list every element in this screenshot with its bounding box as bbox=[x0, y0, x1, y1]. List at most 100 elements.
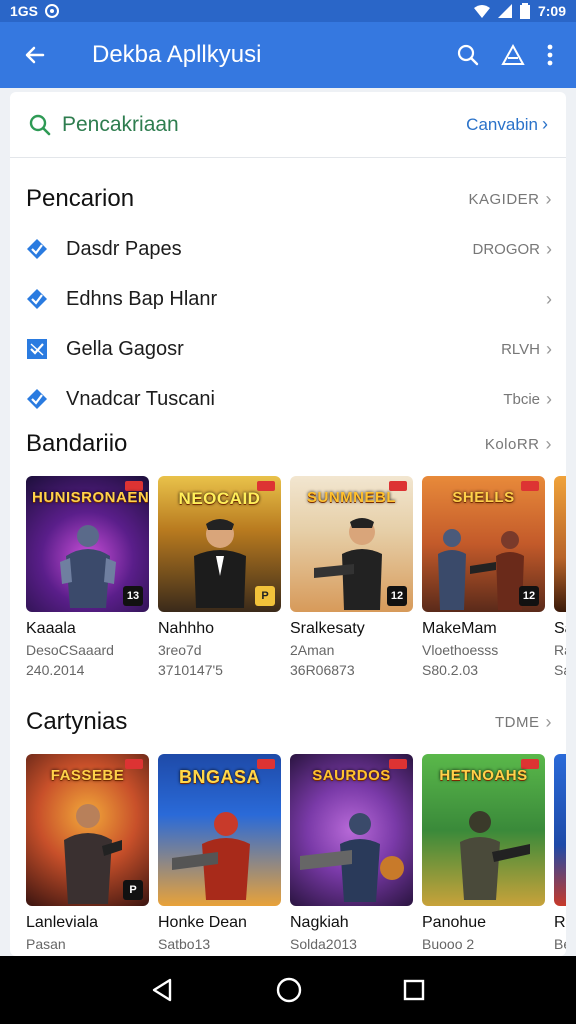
game-card[interactable]: Rad Bel bbox=[554, 754, 566, 952]
status-carrier: 1GS bbox=[10, 3, 39, 19]
signal-icon bbox=[497, 4, 512, 18]
checkbox-icon bbox=[26, 338, 48, 360]
recents-square-icon[interactable] bbox=[402, 978, 426, 1002]
game-developer: Solda2013 bbox=[290, 936, 357, 952]
section-header-bandariio: Bandariio KoloRR › bbox=[10, 426, 566, 462]
search-icon bbox=[29, 114, 51, 135]
robot-figure-icon bbox=[172, 812, 250, 900]
game-name: Kaaala bbox=[26, 620, 76, 637]
game-developer: Buooo 2 bbox=[422, 936, 475, 952]
game-name: Nagkiah bbox=[290, 914, 349, 931]
game-name: Nahhho bbox=[158, 620, 215, 637]
search-link[interactable]: Canvabin › bbox=[466, 114, 548, 135]
chevron-right-icon: › bbox=[546, 388, 552, 409]
game-thumbnail: SUNMNEBL 12 bbox=[290, 476, 413, 612]
game-thumb-title: HUNISRONAENS bbox=[32, 489, 149, 506]
game-card[interactable]: HUNISRONAENS 13 Kaaala DesoCSaaard 240.2… bbox=[26, 476, 149, 678]
list-item-label: Vnadcar Tuscani bbox=[66, 387, 215, 410]
back-button[interactable] bbox=[0, 22, 70, 88]
list-item[interactable]: Vnadcar Tuscani Tbcie › bbox=[10, 374, 566, 424]
section-title: Bandariio bbox=[26, 430, 128, 457]
section-more-link[interactable]: TDME › bbox=[495, 712, 552, 733]
section-title: Pencarion bbox=[26, 185, 135, 212]
game-thumbnail bbox=[554, 476, 566, 612]
list-item-label: Dasdr Papes bbox=[66, 237, 182, 260]
game-card[interactable]: BNGASA Honke Dean Satbo13 bbox=[158, 754, 281, 952]
list-item-meta: Tbcie bbox=[503, 390, 540, 408]
arrow-left-icon bbox=[25, 46, 45, 64]
alert-icon[interactable] bbox=[500, 43, 526, 67]
game-thumb-title: SAURDOS bbox=[312, 767, 391, 784]
game-thumbnail bbox=[554, 754, 566, 906]
search-icon[interactable] bbox=[456, 43, 480, 67]
game-thumbnail: BNGASA bbox=[158, 754, 281, 906]
page-title: Dekba Apllkyusi bbox=[92, 41, 262, 68]
search-bar[interactable]: Pencakriaan Canvabin › bbox=[10, 92, 566, 158]
game-card[interactable]: NEOCAID P Nahhho 3reo7d 3710147'5 bbox=[158, 476, 281, 678]
search-placeholder: Pencakriaan bbox=[62, 112, 179, 136]
hero-figure-icon bbox=[194, 519, 246, 608]
hero-figure-icon bbox=[60, 525, 116, 608]
game-card[interactable]: FASSEBE P Lanleviala Pasan bbox=[26, 754, 149, 952]
game-thumb-title: SHELLS bbox=[452, 489, 515, 506]
game-thumbnail: HETNOAHS bbox=[422, 754, 545, 906]
list-item-label: Edhns Bap Hlanr bbox=[66, 287, 218, 310]
game-thumb-title: SUNMNEBL bbox=[307, 489, 396, 506]
game-row-cartynias: FASSEBE P Lanleviala Pasan BNGASA Honke … bbox=[10, 754, 566, 952]
content-card: Pencakriaan Canvabin › Pencarion KAGIDER ›… bbox=[10, 92, 566, 956]
section-header-pencarion: Pencarion KAGIDER › bbox=[10, 182, 566, 216]
chevron-right-icon: › bbox=[542, 114, 548, 134]
game-thumbnail: FASSEBE P bbox=[26, 754, 149, 906]
game-card[interactable]: SHELLS 12 MakeMam Vloethoesss S80.2.03 bbox=[422, 476, 545, 678]
more-vert-icon[interactable] bbox=[546, 43, 554, 67]
game-detail: SaJ bbox=[554, 662, 566, 678]
status-bar: 1GS 7:09 bbox=[0, 0, 576, 22]
game-name: Lanleviala bbox=[26, 914, 99, 931]
list-item[interactable]: Edhns Bap Hlanr › bbox=[10, 274, 566, 324]
chevron-right-icon: › bbox=[546, 338, 552, 359]
soldier-figure-icon bbox=[460, 811, 530, 900]
game-name: Rad bbox=[554, 914, 566, 931]
section-title: Cartynias bbox=[26, 708, 128, 735]
checklist: Dasdr Papes DROGOR › Edhns Bap Hlanr › Ge… bbox=[10, 224, 566, 424]
game-developer: Ra bbox=[554, 642, 566, 658]
status-time: 7:09 bbox=[537, 3, 566, 19]
check-icon bbox=[26, 288, 48, 310]
chevron-right-icon: › bbox=[545, 711, 552, 732]
chevron-right-icon: › bbox=[545, 433, 552, 454]
list-item[interactable]: Gella Gagosr RLVH › bbox=[10, 324, 566, 374]
game-developer: 3reo7d bbox=[158, 642, 202, 658]
game-card[interactable]: Sa Ra SaJ bbox=[554, 476, 566, 678]
game-detail: 240.2014 bbox=[26, 662, 85, 678]
back-triangle-icon[interactable] bbox=[150, 977, 176, 1003]
chevron-right-icon: › bbox=[546, 288, 552, 309]
game-thumbnail: NEOCAID P bbox=[158, 476, 281, 612]
wifi-icon bbox=[473, 5, 490, 18]
game-thumb-title: BNGASA bbox=[178, 767, 260, 787]
game-thumb-title: NEOCAID bbox=[178, 489, 261, 508]
game-thumb-title: HETNOAHS bbox=[439, 767, 528, 784]
game-developer: Vloethoesss bbox=[422, 642, 499, 658]
section-more-link[interactable]: KAGIDER › bbox=[468, 189, 552, 210]
game-name: MakeMam bbox=[422, 620, 497, 637]
game-name: Sralkesaty bbox=[290, 620, 365, 637]
sync-icon bbox=[45, 4, 60, 18]
game-thumbnail: HUNISRONAENS 13 bbox=[26, 476, 149, 612]
game-card[interactable]: HETNOAHS Panohue Buooo 2 bbox=[422, 754, 545, 952]
list-item-meta: RLVH bbox=[501, 340, 540, 358]
game-developer: Pasan bbox=[26, 936, 66, 952]
home-circle-icon[interactable] bbox=[275, 976, 303, 1004]
rating-badge: P bbox=[255, 586, 275, 606]
chevron-right-icon: › bbox=[546, 238, 552, 259]
section-more-label: KoloRR bbox=[484, 435, 540, 453]
game-card[interactable]: SAURDOS Nagkiah Solda2013 bbox=[290, 754, 413, 952]
game-detail: 3710147'5 bbox=[158, 662, 223, 678]
game-name: Sa bbox=[554, 620, 566, 637]
section-more-link[interactable]: KoloRR › bbox=[485, 434, 552, 455]
hero-figure-icon bbox=[64, 804, 122, 904]
rating-badge: 13 bbox=[123, 586, 143, 606]
game-card[interactable]: SUNMNEBL 12 Sralkesaty 2Aman 36R06873 bbox=[290, 476, 413, 678]
game-name: Honke Dean bbox=[158, 914, 247, 931]
list-item[interactable]: Dasdr Papes DROGOR › bbox=[10, 224, 566, 274]
rating-badge: P bbox=[123, 880, 143, 900]
